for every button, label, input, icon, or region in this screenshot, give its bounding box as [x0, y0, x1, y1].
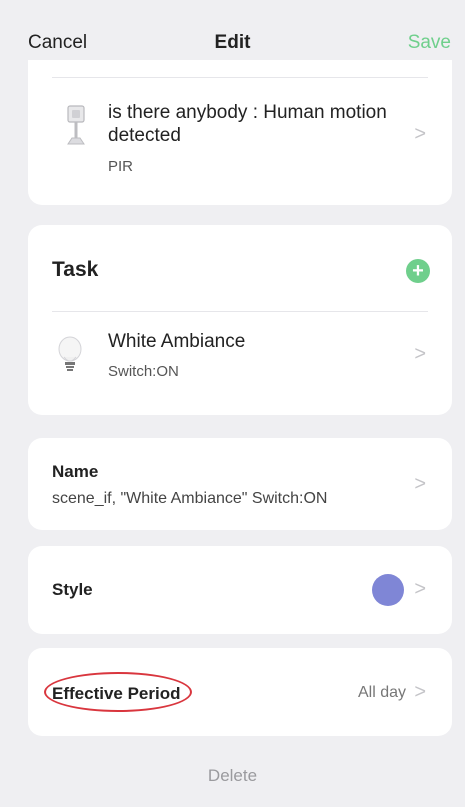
chevron-right-icon: > [414, 681, 426, 703]
effective-period-label: Effective Period [52, 684, 181, 703]
divider [52, 77, 428, 78]
effective-period-value: All day [357, 684, 406, 701]
style-label: Style [52, 580, 93, 599]
condition-device: PIR [108, 158, 134, 175]
style-row[interactable]: Style > [28, 546, 452, 634]
name-value: scene_if, "White Ambiance" Switch:ON [52, 490, 328, 507]
save-button[interactable]: Save [408, 32, 451, 54]
chevron-right-icon[interactable]: > [414, 343, 426, 366]
chevron-right-icon: > [414, 578, 426, 600]
name-label: Name [52, 462, 99, 481]
delete-button[interactable]: Delete [0, 766, 465, 786]
motion-sensor-icon [58, 100, 94, 160]
effective-period-row[interactable]: Effective Period All day > [28, 648, 452, 736]
name-row[interactable]: Name scene_if, "White Ambiance" Switch:O… [28, 438, 452, 530]
add-task-icon[interactable]: + [406, 259, 430, 283]
task-card: Task + White Ambiance Switch:ON > [28, 225, 452, 415]
condition-title: is there anybody : Human motion detected [108, 102, 387, 146]
style-color-swatch [372, 574, 404, 606]
lightbulb-icon [56, 335, 92, 395]
condition-card: is there anybody : Human motion detected… [28, 60, 452, 205]
task-action: Switch:ON [108, 363, 179, 380]
chevron-right-icon: > [414, 473, 426, 495]
divider [52, 311, 428, 312]
chevron-right-icon[interactable]: > [414, 123, 426, 146]
page-title: Edit [214, 32, 251, 53]
task-heading: Task [52, 258, 99, 281]
task-device-name: White Ambiance [108, 331, 246, 352]
